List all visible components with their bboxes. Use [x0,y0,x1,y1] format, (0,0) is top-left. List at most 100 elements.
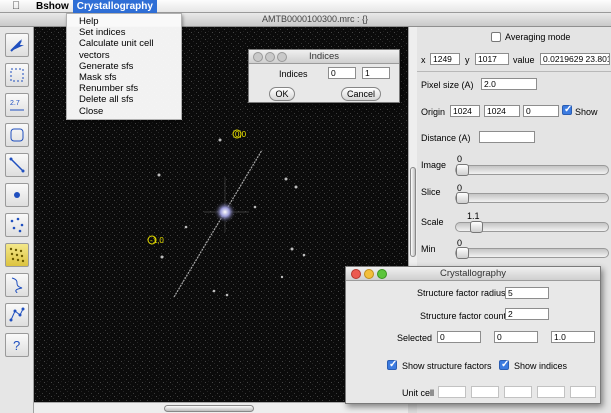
ok-button[interactable]: OK [269,87,295,101]
sf-radius-field[interactable]: 5 [505,287,549,299]
point-tool-button[interactable] [5,183,29,207]
menu-item-generate-sfs[interactable]: Generate sfs [67,61,181,72]
measure-tool-button[interactable]: 2.7 [5,93,29,117]
lattice-tool-button[interactable] [5,243,29,267]
indices-dialog: Indices Indices 0 1 OK Cancel [248,49,400,103]
pixel-size-field[interactable]: 2.0 [481,78,537,90]
scale-slider-label: Scale [421,217,444,227]
rect-select-tool-button[interactable] [5,63,29,87]
origin-x-field[interactable]: 1024 [450,105,480,117]
help-tool-button[interactable]: ? [5,333,29,357]
indices-dialog-title: Indices [308,51,340,62]
dot-icon [14,192,20,198]
index-k-field[interactable]: 1 [362,67,390,79]
indices-dialog-titlebar: Indices [249,50,399,64]
unit-cell-b-field[interactable] [471,386,499,398]
value-field[interactable]: 0.0219629 23.8011 [540,53,610,65]
value-label: value [513,55,535,65]
image-slider[interactable] [455,164,609,176]
line-icon [9,157,25,173]
divider [417,71,611,72]
unit-cell-label: Unit cell [402,388,435,398]
distance-field[interactable] [479,131,535,143]
crystallography-menu: Help Set indices Calculate unit cell vec… [66,13,182,120]
show-sfs-checkbox[interactable] [387,359,397,370]
show-origin-checkbox[interactable] [562,104,572,115]
multi-point-tool-button[interactable] [5,213,29,237]
unit-cell-e-field[interactable] [570,386,596,398]
tool-palette: 2.7 ? [0,27,34,413]
svg-text:?: ? [13,338,20,353]
menu-item-close[interactable]: Close [67,106,181,117]
menu-item-help[interactable]: Help [67,16,181,27]
menu-item-renumber-sfs[interactable]: Renumber sfs [67,83,181,94]
menu-bar:  Bshow Crystallography [0,0,611,13]
selected-1-field[interactable]: 0 [437,331,481,343]
sf-label-minus1-0: -1,0 [150,236,164,245]
scale-slider[interactable] [455,221,609,233]
vertical-scroll-thumb[interactable] [410,167,416,257]
horizontal-scroll-thumb[interactable] [164,405,254,412]
filament-tool-button[interactable] [5,273,29,297]
scale-slider-value: 1.1 [467,211,480,221]
index-h-field[interactable]: 0 [328,67,356,79]
image-slider-label: Image [421,160,447,170]
model-tool-button[interactable] [5,303,29,327]
cryst-dialog-titlebar: Crystallography [346,267,600,281]
sf-count-label: Structure factor count [420,311,507,321]
apple-icon[interactable]:  [12,0,26,12]
show-origin-label: Show [575,107,598,117]
menu-item-calc-unit-cell[interactable]: Calculate unit cell vectors [67,38,181,60]
indices-label: Indices [279,69,308,79]
main-window-title: AMTB0000100300.mrc : {} [262,14,369,24]
measure-icon: 2.7 [10,100,24,111]
slice-slider[interactable] [455,192,609,204]
averaging-mode-checkbox[interactable] [491,32,501,42]
x-label: x [421,55,426,65]
unit-cell-c-field[interactable] [504,386,532,398]
slice-slider-label: Slice [421,187,441,197]
unit-cell-d-field[interactable] [537,386,565,398]
image-slider-value: 0 [457,154,463,164]
selected-3-field[interactable]: 1.0 [551,331,595,343]
cryst-dialog-title: Crystallography [440,268,506,279]
line-tool-button[interactable] [5,153,29,177]
selected-label: Selected [397,333,433,343]
unit-cell-a-field[interactable] [438,386,466,398]
pixel-size-label: Pixel size (A) [421,80,474,90]
show-indices-checkbox[interactable] [499,359,509,370]
question-mark-icon: ? [13,338,20,353]
menu-app-name[interactable]: Bshow [32,0,73,13]
origin-z-field[interactable]: 0 [523,105,559,117]
pointer-tool-button[interactable] [5,33,29,57]
cancel-button[interactable]: Cancel [341,87,381,101]
rounded-box-icon [10,128,24,142]
scale-slider-knob[interactable] [470,221,483,233]
sf-radius-label: Structure factor radius [417,288,506,298]
lattice-grid-icon [9,247,25,263]
menu-item-set-indices[interactable]: Set indices [67,27,181,38]
min-slider-knob[interactable] [456,247,469,259]
scatter-dots-icon [10,217,24,233]
y-label: y [465,55,470,65]
averaging-mode-label: Averaging mode [505,32,571,42]
x-field[interactable]: 1249 [430,53,460,65]
box-tool-button[interactable] [5,123,29,147]
sf-label-0-0: 0,0 [235,130,247,139]
origin-y-field[interactable]: 1024 [484,105,520,117]
screen:  Bshow Crystallography AMTB0000100300.m… [0,0,611,413]
sf-count-field[interactable]: 2 [505,308,549,320]
crystallography-dialog: Crystallography Structure factor radius … [345,266,601,404]
show-indices-label: Show indices [514,361,568,371]
menu-item-mask-sfs[interactable]: Mask sfs [67,72,181,83]
filament-icon [11,277,23,294]
min-slider[interactable] [455,247,609,259]
min-slider-label: Min [421,244,436,254]
origin-label: Origin [421,107,446,117]
y-field[interactable]: 1017 [475,53,509,65]
menu-crystallography[interactable]: Crystallography [72,0,157,13]
menu-item-delete-all-sfs[interactable]: Delete all sfs [67,94,181,105]
image-slider-knob[interactable] [456,164,469,176]
selected-2-field[interactable]: 0 [494,331,538,343]
slice-slider-knob[interactable] [456,192,469,204]
